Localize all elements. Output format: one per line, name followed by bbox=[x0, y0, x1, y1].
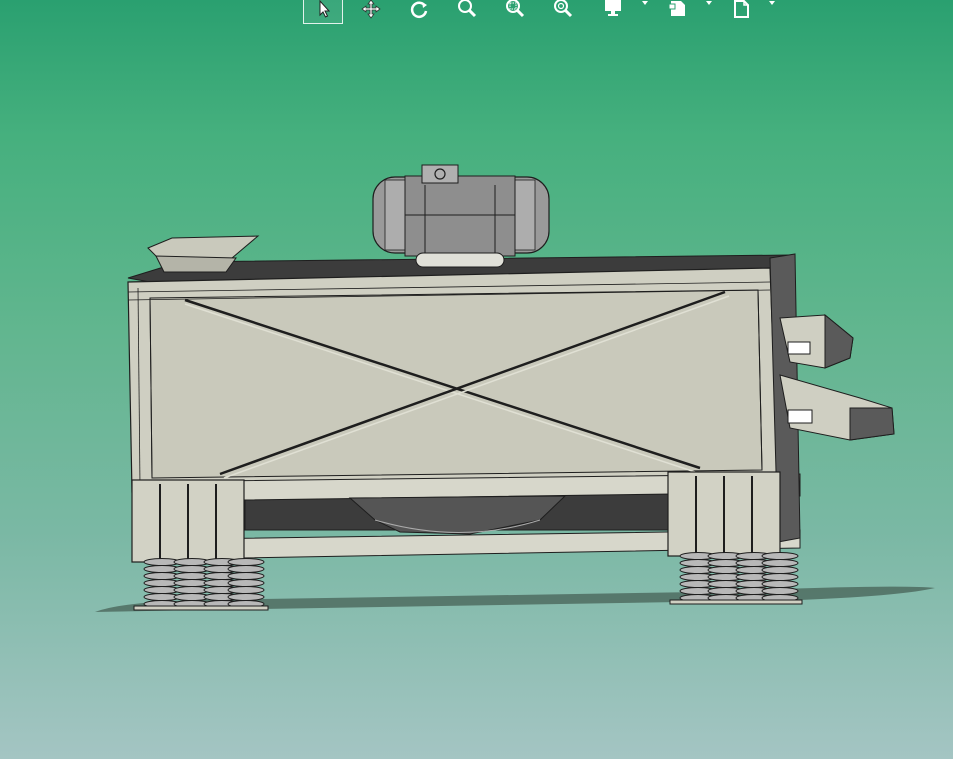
discharge-outlets bbox=[769, 253, 895, 543]
vibration-motor bbox=[372, 164, 550, 268]
model-viewport[interactable] bbox=[0, 0, 953, 759]
spring-base-plate bbox=[133, 605, 269, 611]
left-support-bracket bbox=[131, 479, 245, 563]
spring-base-plate bbox=[669, 599, 803, 605]
right-support-bracket bbox=[667, 471, 781, 557]
screen-body bbox=[127, 267, 779, 493]
